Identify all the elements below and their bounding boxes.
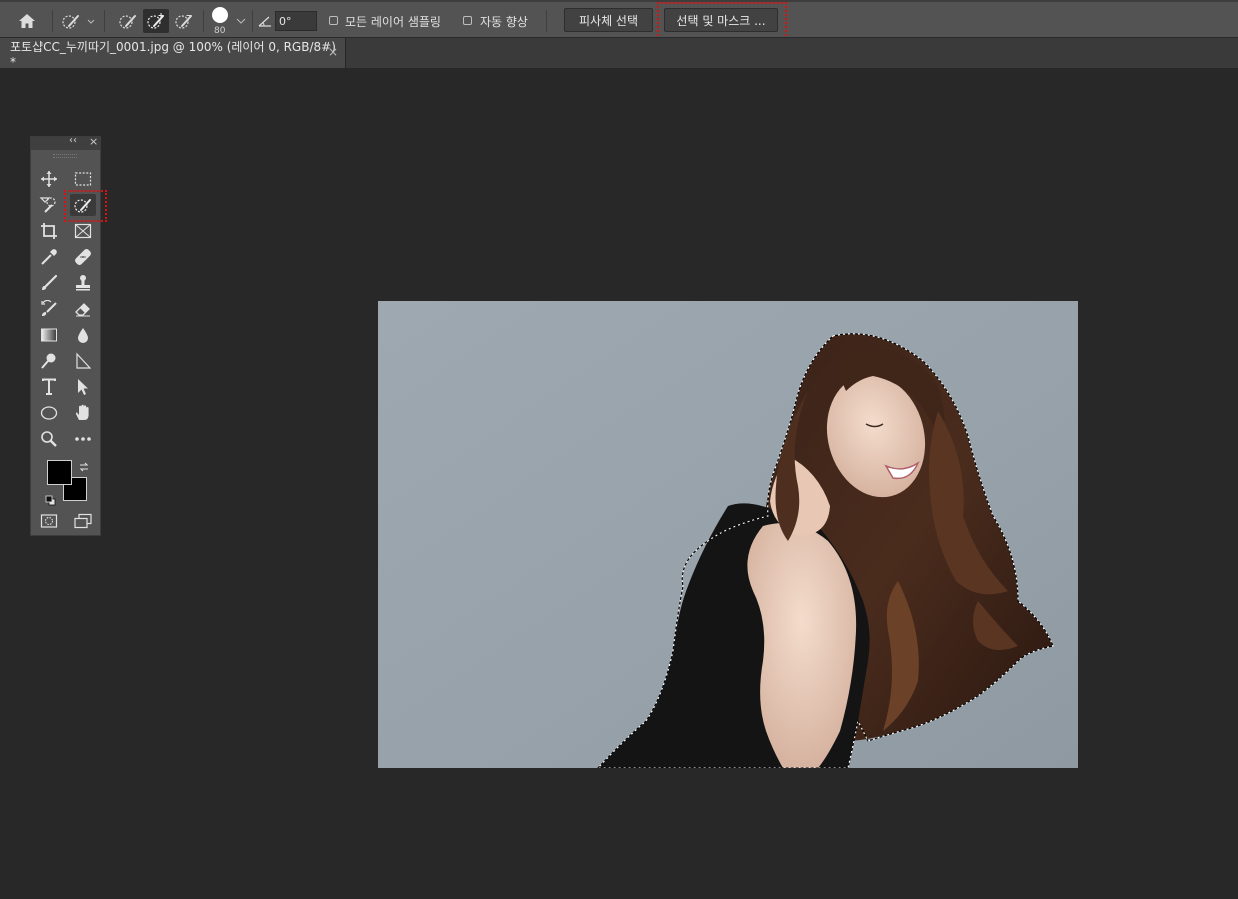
toolbox-panel: ‹‹ × <box>30 135 101 536</box>
hand-tool-icon[interactable] <box>70 402 96 424</box>
crop-tool-icon[interactable] <box>36 220 62 242</box>
healing-brush-tool-icon[interactable] <box>70 246 96 268</box>
toolbox-header[interactable]: ‹‹ × <box>31 135 100 150</box>
sample-all-layers-checkbox[interactable] <box>329 16 338 25</box>
gradient-tool-icon[interactable] <box>36 324 62 346</box>
screen-mode-icon[interactable] <box>70 510 96 532</box>
ellipse-tool-icon[interactable] <box>36 402 62 424</box>
add-to-selection-brush-icon[interactable] <box>143 9 169 33</box>
path-selection-tool-icon[interactable] <box>70 376 96 398</box>
select-subject-button[interactable]: 피사체 선택 <box>564 8 653 32</box>
home-icon[interactable] <box>14 9 40 33</box>
default-colors-icon[interactable] <box>45 491 56 506</box>
pen-path-tool-icon[interactable] <box>70 350 96 372</box>
document-canvas-image[interactable] <box>378 301 1078 768</box>
more-tools-icon[interactable] <box>70 428 96 450</box>
foreground-color-swatch[interactable] <box>47 460 72 485</box>
swap-colors-icon[interactable] <box>78 458 90 472</box>
close-icon[interactable]: × <box>89 135 98 148</box>
chevron-down-icon <box>236 18 246 24</box>
brush-size-value: 80 <box>214 26 226 36</box>
type-tool-icon[interactable] <box>36 376 62 398</box>
select-and-mask-button[interactable]: 선택 및 마스크 ... <box>664 8 778 32</box>
brush-tool-icon[interactable] <box>36 272 62 294</box>
quick-mask-mode-icon[interactable] <box>36 510 62 532</box>
quick-selection-tool-icon[interactable] <box>70 194 96 216</box>
object-selection-tool-icon[interactable] <box>36 194 62 216</box>
clone-stamp-tool-icon[interactable] <box>70 272 96 294</box>
frame-tool-icon[interactable] <box>70 220 96 242</box>
auto-enhance-checkbox[interactable] <box>463 16 472 25</box>
eraser-tool-icon[interactable] <box>70 298 96 320</box>
new-selection-brush-icon[interactable] <box>115 9 141 33</box>
blur-tool-icon[interactable] <box>70 324 96 346</box>
document-tab-bar: 포토샵CC_누끼따기_0001.jpg @ 100% (레이어 0, RGB/8… <box>0 38 1238 69</box>
collapse-icon[interactable]: ‹‹ <box>69 135 77 146</box>
options-bar: 80 모든 레이어 샘플링 자동 향상 피사체 선택 선택 및 마스크 ... <box>0 0 1238 44</box>
tool-preset-picker-icon[interactable] <box>58 9 98 33</box>
zoom-tool-icon[interactable] <box>36 428 62 450</box>
document-tab[interactable]: 포토샵CC_누끼따기_0001.jpg @ 100% (레이어 0, RGB/8… <box>0 38 346 69</box>
rectangular-marquee-tool-icon[interactable] <box>70 168 96 190</box>
angle-icon <box>257 12 273 30</box>
toolbox-grip[interactable] <box>53 154 77 158</box>
dodge-tool-icon[interactable] <box>36 350 62 372</box>
sample-all-layers-label: 모든 레이어 샘플링 <box>345 15 441 29</box>
eyedropper-tool-icon[interactable] <box>36 246 62 268</box>
move-tool-icon[interactable] <box>36 168 62 190</box>
history-brush-tool-icon[interactable] <box>36 298 62 320</box>
auto-enhance-label: 자동 향상 <box>480 15 528 29</box>
document-tab-title: 포토샵CC_누끼따기_0001.jpg @ 100% (레이어 0, RGB/8… <box>10 39 336 69</box>
subtract-from-selection-brush-icon[interactable] <box>171 9 197 33</box>
angle-input[interactable] <box>275 11 317 31</box>
close-icon[interactable]: × <box>328 45 338 59</box>
brush-size-picker[interactable]: 80 <box>208 5 248 37</box>
